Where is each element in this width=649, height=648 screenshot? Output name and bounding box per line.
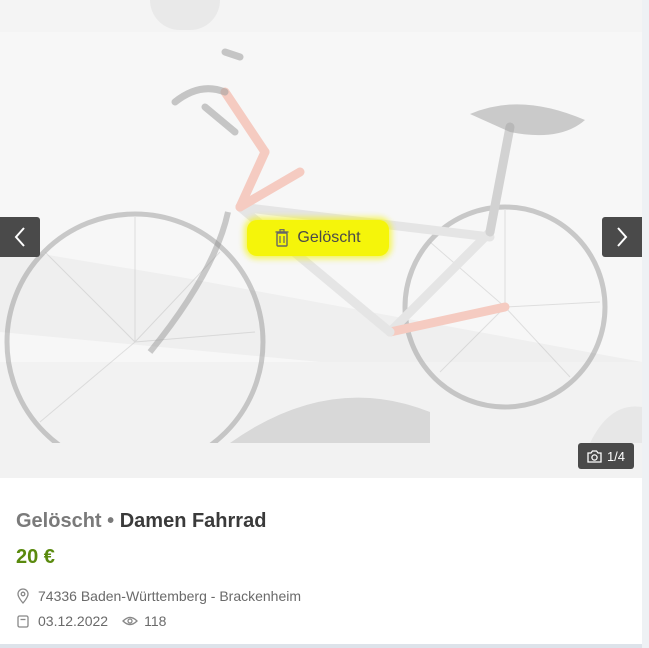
views-count: 118 [144, 613, 167, 629]
next-image-button[interactable] [602, 217, 642, 257]
calendar-icon [17, 615, 29, 628]
listing-details: Gelöscht • Damen Fahrrad 20 € 74336 Bade… [0, 490, 642, 648]
previous-image-strip [0, 0, 642, 32]
listing-title: Gelöscht • Damen Fahrrad [16, 510, 266, 533]
listing-state: Gelöscht [16, 510, 102, 532]
deleted-status-badge: Gelöscht [247, 220, 389, 256]
listing-card: Gelöscht 1/4 Gelöscht • Damen Fahrrad 20… [0, 0, 642, 648]
previous-image-button[interactable] [0, 217, 40, 257]
listing-date: 03.12.2022 [38, 613, 109, 629]
deleted-status-label: Gelöscht [297, 229, 361, 246]
listing-views: 118 [122, 613, 166, 629]
trash-icon [275, 229, 289, 247]
image-counter: 1/4 [578, 443, 634, 469]
map-pin-icon [17, 588, 29, 604]
chevron-left-icon [14, 227, 25, 247]
title-separator: • [107, 510, 115, 532]
camera-icon [587, 449, 602, 463]
location-text: 74336 Baden-Württemberg - Brackenheim [38, 588, 302, 604]
chevron-right-icon [617, 227, 628, 247]
listing-location: 74336 Baden-Württemberg - Brackenheim [16, 588, 301, 604]
image-counter-text: 1/4 [606, 448, 626, 464]
image-gallery[interactable]: Gelöscht 1/4 [0, 32, 642, 478]
eye-icon [122, 616, 138, 626]
listing-price: 20 € [16, 546, 55, 568]
listing-meta: 03.12.2022 118 [16, 613, 166, 629]
listing-name: Damen Fahrrad [119, 510, 267, 532]
